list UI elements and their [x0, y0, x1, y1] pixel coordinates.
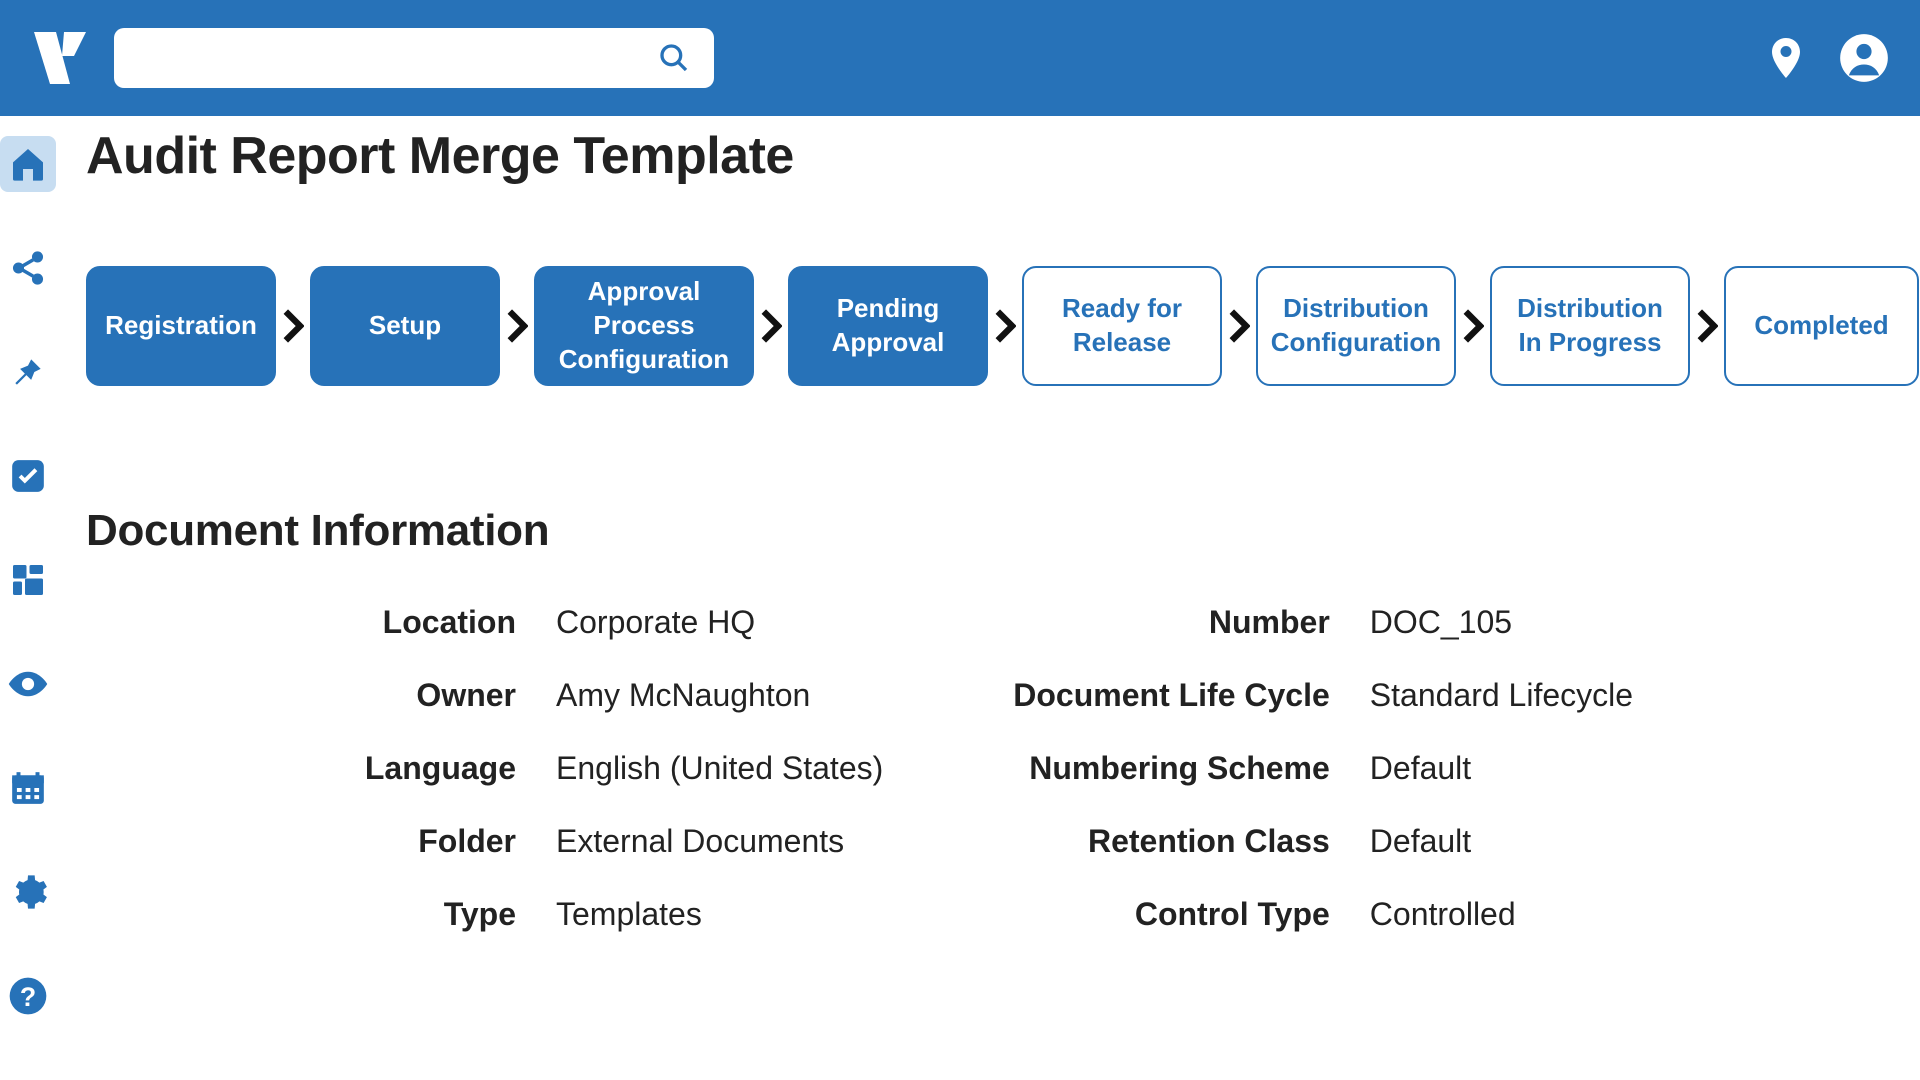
field-value: Amy McNaughton	[556, 677, 883, 714]
search-icon[interactable]	[658, 42, 690, 74]
section-title: Document Information	[86, 506, 1919, 556]
field-label: Number	[1013, 604, 1330, 641]
help-icon: ?	[8, 976, 48, 1016]
pin-icon	[9, 353, 47, 391]
field-value: DOC_105	[1370, 604, 1633, 641]
progress-tracker: Registration Setup Approval Process Config…	[86, 266, 1919, 386]
sidebar-item-eye[interactable]	[0, 656, 56, 712]
field-label: Location	[146, 604, 516, 641]
apps-icon	[10, 562, 46, 598]
sidebar-item-settings[interactable]	[0, 864, 56, 920]
sidebar-item-share[interactable]	[0, 240, 56, 296]
search-container	[114, 28, 714, 88]
gear-icon	[8, 872, 48, 912]
field-value: External Documents	[556, 823, 883, 860]
progress-step[interactable]: Distribution In Progress	[1490, 266, 1690, 386]
chevron-right-icon	[758, 306, 784, 346]
field-label: Numbering Scheme	[1013, 750, 1330, 787]
field-value: Templates	[556, 896, 883, 933]
field-value: Default	[1370, 750, 1633, 787]
progress-step[interactable]: Approval Process Configuration	[534, 266, 754, 386]
user-account-icon[interactable]	[1838, 32, 1890, 84]
sidebar-item-help[interactable]: ?	[0, 968, 56, 1024]
sidebar-nav: ?	[0, 116, 56, 1080]
main-content: Audit Report Merge Template Registration…	[56, 116, 1920, 1080]
field-label: Type	[146, 896, 516, 933]
sidebar-item-apps[interactable]	[0, 552, 56, 608]
sidebar-item-check[interactable]	[0, 448, 56, 504]
sidebar-item-pin[interactable]	[0, 344, 56, 400]
chevron-right-icon	[504, 306, 530, 346]
share-icon	[9, 249, 47, 287]
chevron-right-icon	[1226, 306, 1252, 346]
svg-text:?: ?	[20, 982, 36, 1012]
field-label: Language	[146, 750, 516, 787]
app-header	[0, 0, 1920, 116]
progress-step[interactable]: Setup	[310, 266, 500, 386]
field-label: Folder	[146, 823, 516, 860]
calendar-icon	[9, 769, 47, 807]
field-label: Retention Class	[1013, 823, 1330, 860]
progress-step[interactable]: Distribution Configuration	[1256, 266, 1456, 386]
progress-step[interactable]: Pending Approval	[788, 266, 988, 386]
chevron-right-icon	[280, 306, 306, 346]
home-icon	[8, 144, 48, 184]
sidebar-item-calendar[interactable]	[0, 760, 56, 816]
field-value: Controlled	[1370, 896, 1633, 933]
field-value: Default	[1370, 823, 1633, 860]
progress-step[interactable]: Ready for Release	[1022, 266, 1222, 386]
field-label: Control Type	[1013, 896, 1330, 933]
app-logo	[30, 28, 90, 88]
progress-step[interactable]: Registration	[86, 266, 276, 386]
progress-step[interactable]: Completed	[1724, 266, 1919, 386]
document-info: Location Corporate HQ Owner Amy McNaughton L…	[146, 604, 1919, 933]
page-title: Audit Report Merge Template	[86, 126, 1919, 186]
field-label: Document Life Cycle	[1013, 677, 1330, 714]
location-icon[interactable]	[1762, 34, 1810, 82]
field-value: English (United States)	[556, 750, 883, 787]
check-icon	[9, 457, 47, 495]
chevron-right-icon	[1460, 306, 1486, 346]
field-value: Standard Lifecycle	[1370, 677, 1633, 714]
chevron-right-icon	[1694, 306, 1720, 346]
field-value: Corporate HQ	[556, 604, 883, 641]
chevron-right-icon	[992, 306, 1018, 346]
sidebar-item-home[interactable]	[0, 136, 56, 192]
field-label: Owner	[146, 677, 516, 714]
eye-icon	[7, 663, 49, 705]
search-input[interactable]	[138, 28, 658, 88]
